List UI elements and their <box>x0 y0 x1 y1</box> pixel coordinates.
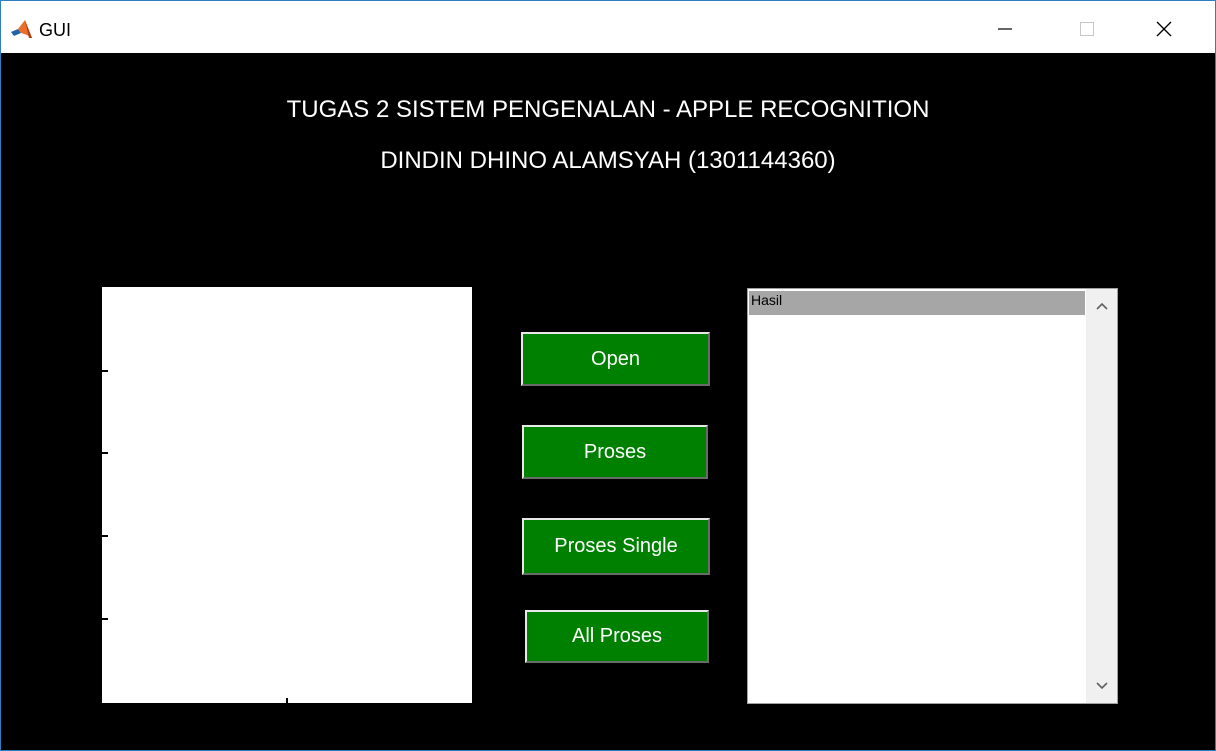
window-title: GUI <box>39 20 72 40</box>
close-icon <box>1156 21 1172 37</box>
page-title: TUGAS 2 SISTEM PENGENALAN - APPLE RECOGN… <box>286 96 930 123</box>
image-axes <box>102 287 472 703</box>
matlab-icon <box>11 19 33 41</box>
y-tick <box>102 618 108 620</box>
result-listbox[interactable]: Hasil <box>747 288 1118 704</box>
proses-single-button[interactable]: Proses Single <box>522 518 710 575</box>
proses-button[interactable]: Proses <box>522 425 708 479</box>
x-tick <box>286 698 288 704</box>
chevron-down-icon <box>1095 682 1108 690</box>
scroll-down-button[interactable] <box>1086 669 1117 703</box>
page-subtitle: DINDIN DHINO ALAMSYAH (1301144360) <box>380 147 836 174</box>
vertical-scrollbar[interactable] <box>1086 289 1117 703</box>
list-item[interactable]: Hasil <box>749 291 1085 315</box>
all-proses-button[interactable]: All Proses <box>525 610 709 663</box>
minimize-icon <box>998 28 1012 30</box>
open-button[interactable]: Open <box>521 332 710 386</box>
y-tick <box>102 535 108 537</box>
maximize-icon <box>1080 22 1094 36</box>
y-tick <box>102 452 108 454</box>
minimize-button[interactable] <box>982 9 1028 49</box>
close-button[interactable] <box>1141 9 1187 49</box>
scroll-up-button[interactable] <box>1086 289 1117 323</box>
y-tick <box>102 370 108 372</box>
title-bar[interactable]: GUI <box>1 1 1215 53</box>
maximize-button[interactable] <box>1064 9 1110 49</box>
chevron-up-icon <box>1095 302 1108 310</box>
